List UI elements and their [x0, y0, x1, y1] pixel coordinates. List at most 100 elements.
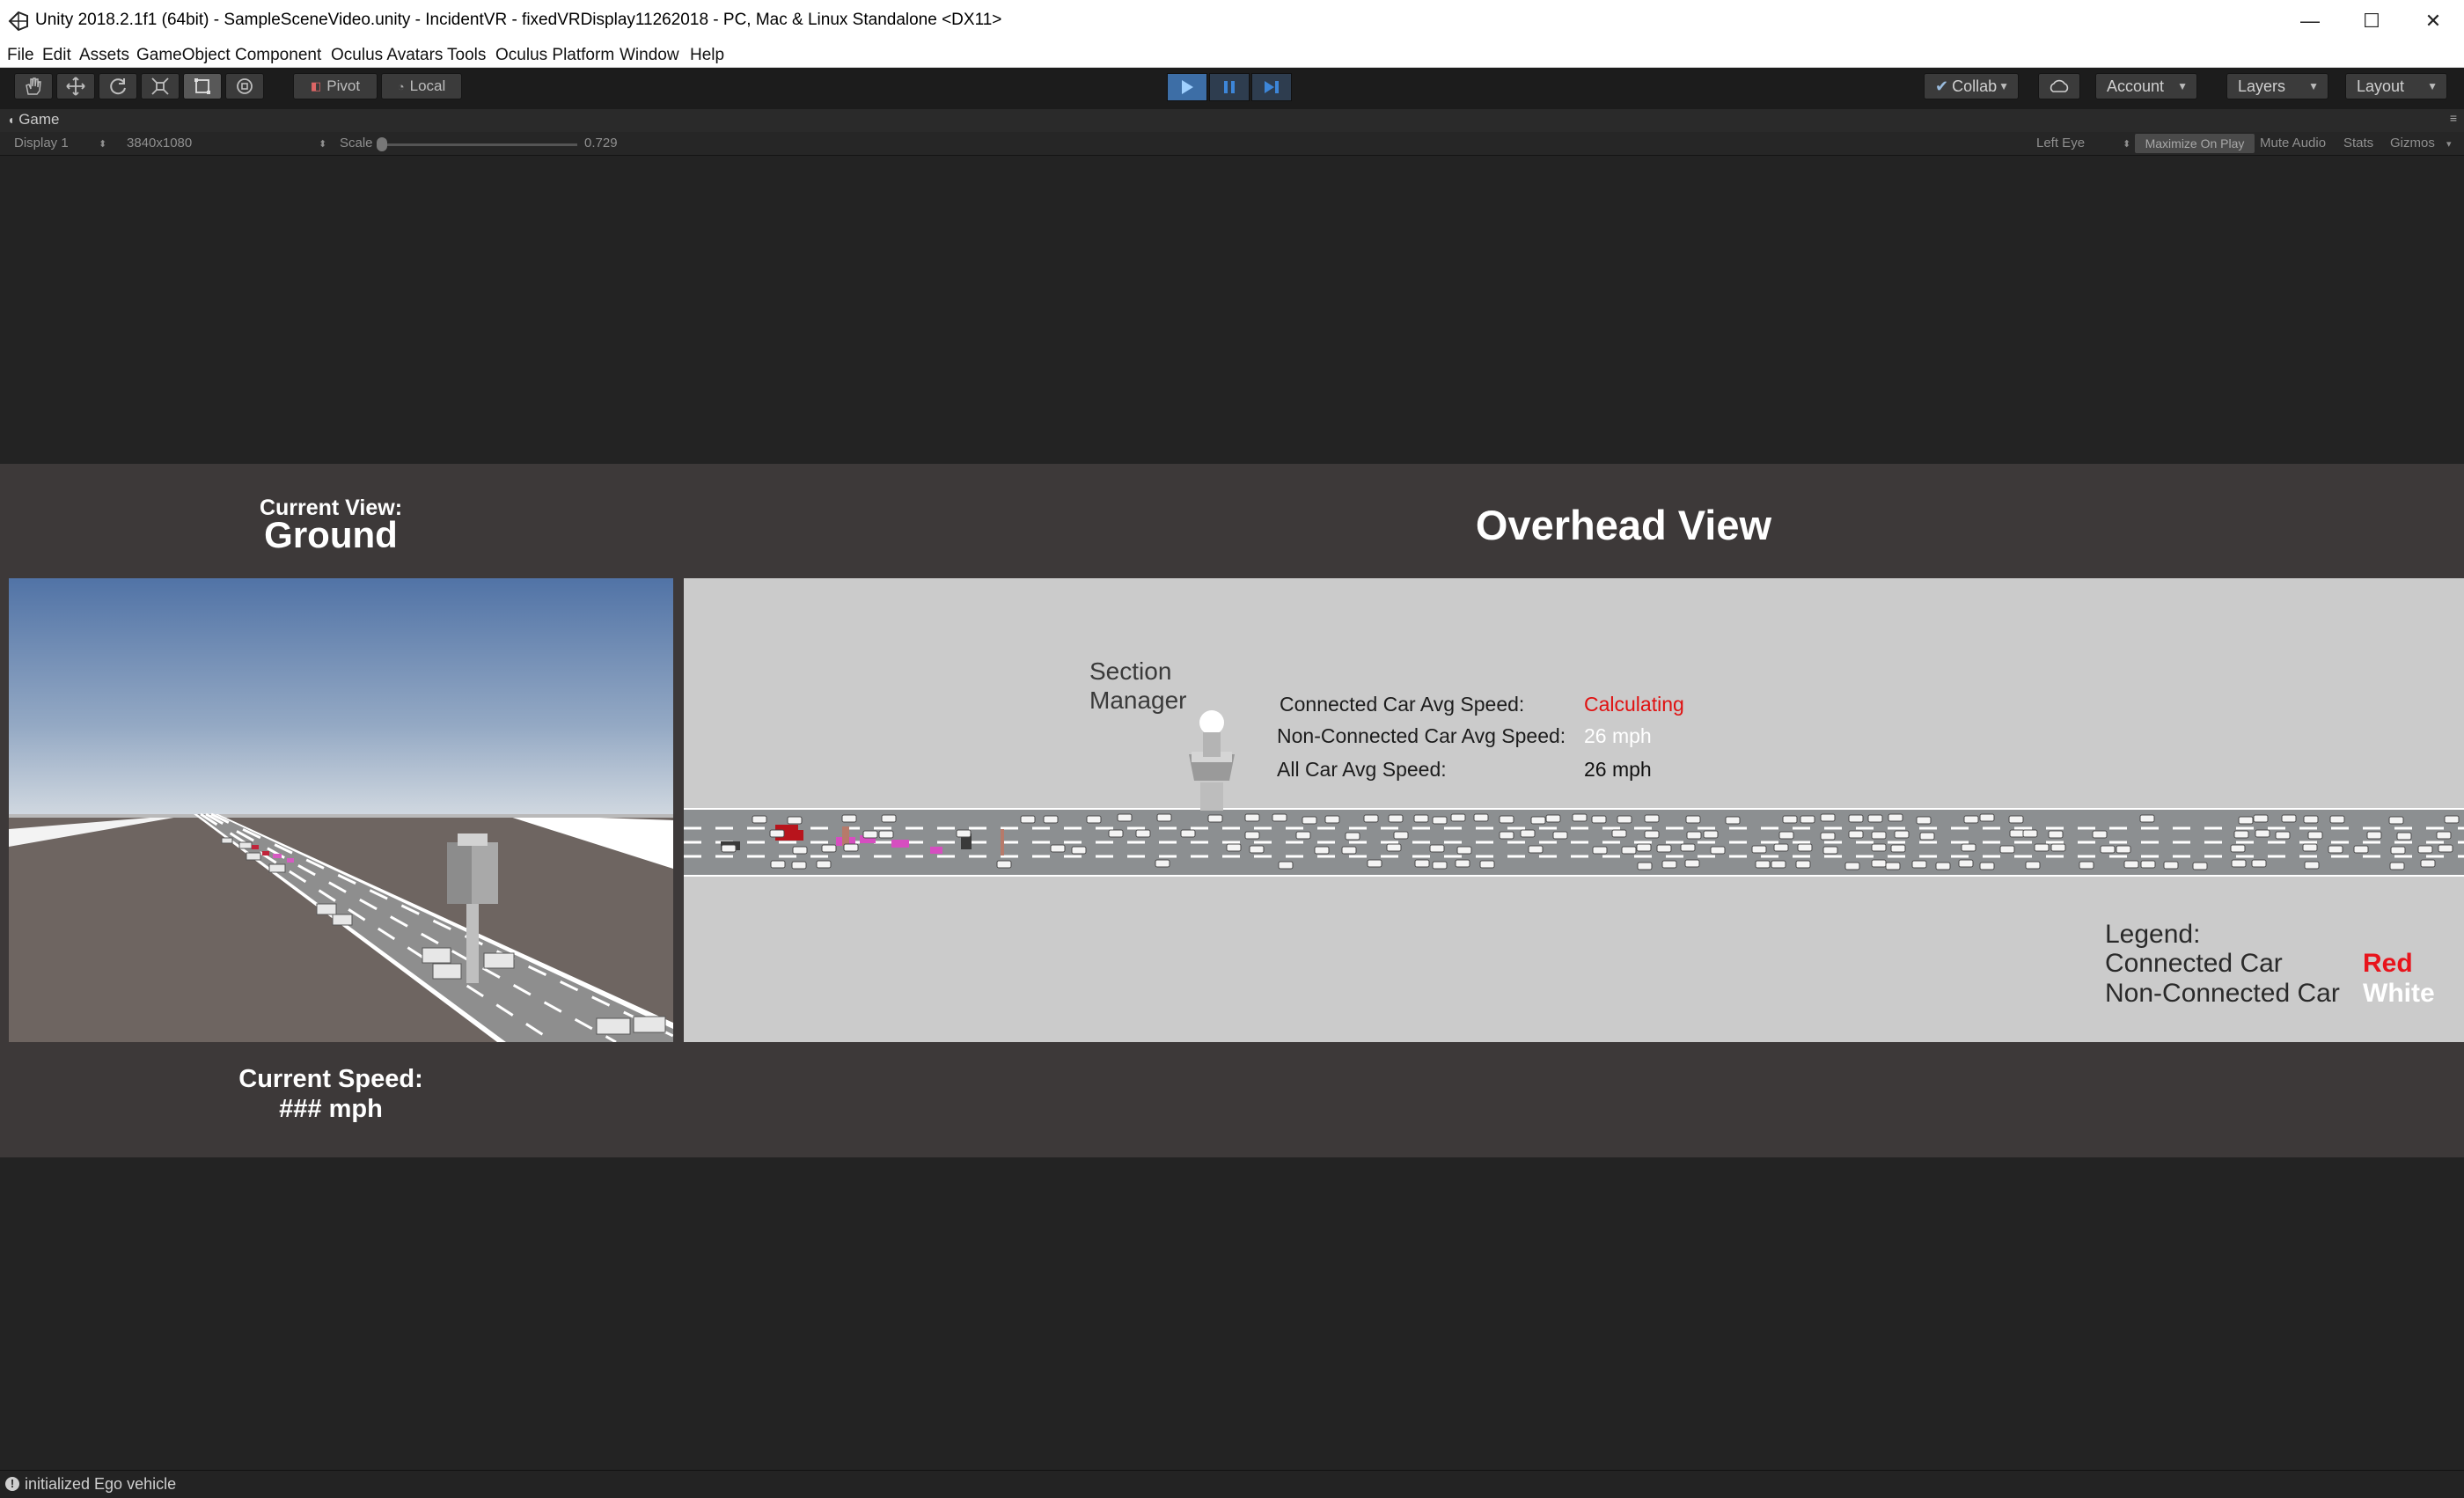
maximize-button[interactable]: ☐: [2345, 5, 2398, 37]
minimize-button[interactable]: —: [2284, 5, 2336, 37]
collab-dropdown[interactable]: ✔ Collab ▼: [1924, 73, 2019, 99]
traffic-car: [1592, 846, 1608, 855]
stats-toggle[interactable]: Stats: [2343, 136, 2373, 151]
traffic-car: [1249, 845, 1265, 854]
gizmos-dropdown[interactable]: Gizmos: [2390, 136, 2435, 151]
traffic-car: [2100, 845, 2116, 854]
scale-slider-thumb[interactable]: [377, 137, 387, 151]
pivot-button[interactable]: ◧ Pivot: [293, 73, 378, 99]
traffic-car: [1963, 815, 1979, 824]
traffic-car: [2233, 830, 2249, 839]
maximize-on-play-toggle[interactable]: Maximize On Play: [2135, 134, 2255, 153]
resolution-dropdown-arrow-icon[interactable]: ⬍: [319, 138, 326, 150]
scale-slider-track[interactable]: [380, 143, 577, 146]
traffic-car: [1621, 846, 1637, 855]
traffic-car: [1135, 829, 1151, 838]
menu-oculus-platform[interactable]: Oculus Platform: [495, 46, 614, 65]
traffic-car: [1473, 813, 1489, 822]
traffic-car: [1272, 813, 1287, 822]
current-view-value: Ground: [264, 514, 398, 555]
menu-assets[interactable]: Assets: [79, 46, 129, 65]
traffic-car: [1180, 829, 1196, 838]
game-viewport[interactable]: Current View: Ground Overhead View Curre…: [0, 156, 2464, 1470]
layers-label: Layers: [2238, 77, 2286, 95]
menu-window[interactable]: Window: [620, 46, 679, 65]
game-tab-label: Game: [18, 111, 60, 128]
traffic-car: [1324, 815, 1340, 824]
transform-tool-button[interactable]: [225, 73, 264, 99]
gizmos-dropdown-arrow-icon[interactable]: ▾: [2446, 138, 2452, 150]
resolution-dropdown[interactable]: 3840x1080: [127, 136, 192, 151]
traffic-car: [1867, 814, 1883, 823]
traffic-car: [1393, 831, 1409, 840]
play-button[interactable]: [1167, 73, 1207, 101]
menu-edit[interactable]: Edit: [42, 46, 71, 65]
check-icon: ✔: [1935, 77, 1949, 95]
window-title-bar: Unity 2018.2.1f1 (64bit) - SampleSceneVi…: [0, 0, 2464, 42]
rect-tool-button[interactable]: [183, 73, 222, 99]
traffic-car: [1499, 831, 1514, 840]
traffic-car: [1156, 813, 1172, 822]
eye-dropdown[interactable]: Left Eye: [2036, 136, 2085, 151]
non-connected-speed-label: Non-Connected Car Avg Speed:: [1277, 724, 1566, 747]
play-icon: [1182, 80, 1193, 94]
menu-oculus-avatars[interactable]: Oculus Avatars: [331, 46, 443, 65]
game-tab-bar: ◖ Game ≡: [0, 109, 2464, 132]
display-dropdown-arrow-icon[interactable]: ⬍: [99, 138, 106, 150]
traffic-car: [2444, 815, 2460, 824]
menu-help[interactable]: Help: [690, 46, 724, 65]
traffic-car: [1278, 861, 1294, 870]
layout-dropdown[interactable]: Layout ▼: [2345, 73, 2447, 99]
account-dropdown[interactable]: Account ▼: [2095, 73, 2197, 99]
step-button[interactable]: [1251, 73, 1292, 101]
hand-tool-button[interactable]: [14, 73, 53, 99]
tab-menu-icon[interactable]: ≡: [2450, 111, 2457, 125]
all-car-speed-value: 26 mph: [1584, 758, 1652, 781]
traffic-car: [1644, 830, 1660, 839]
menu-component[interactable]: Component: [235, 46, 321, 65]
traffic-car: [1244, 813, 1260, 822]
traffic-car: [2123, 860, 2139, 869]
menu-gameobject[interactable]: GameObject: [136, 46, 231, 65]
account-label: Account: [2107, 77, 2165, 95]
menu-tools[interactable]: Tools: [447, 46, 486, 65]
traffic-car: [2353, 845, 2369, 854]
traffic-car: [2163, 861, 2179, 870]
traffic-car: [2436, 831, 2452, 840]
local-button[interactable]: ◔ Local: [381, 73, 462, 99]
traffic-car: [1755, 860, 1771, 869]
pause-button[interactable]: [1209, 73, 1250, 101]
close-button[interactable]: ✕: [2407, 5, 2460, 37]
scale-icon: [151, 77, 169, 95]
mute-audio-toggle[interactable]: Mute Audio: [2260, 136, 2326, 151]
legend-title: Legend:: [2105, 920, 2201, 949]
traffic-car: [1341, 846, 1357, 855]
traffic-car: [1961, 843, 1976, 852]
cloud-button[interactable]: [2038, 73, 2080, 99]
traffic-car: [1710, 846, 1726, 855]
traffic-car: [1890, 844, 1906, 853]
ground-camera-view: [9, 578, 673, 1042]
layers-dropdown[interactable]: Layers ▼: [2226, 73, 2328, 99]
display-dropdown[interactable]: Display 1: [14, 136, 69, 151]
traffic-car: [1773, 843, 1789, 852]
rotate-icon: [110, 78, 126, 95]
traffic-car: [2048, 830, 2064, 839]
hand-icon: [26, 77, 41, 95]
eye-dropdown-arrow-icon[interactable]: ⬍: [2123, 138, 2130, 150]
traffic-car: [2251, 859, 2267, 868]
traffic-car: [1611, 829, 1627, 838]
chevron-down-icon: ▼: [1998, 80, 2009, 92]
traffic-car: [1958, 859, 1974, 868]
move-tool-button[interactable]: [56, 73, 95, 99]
scale-tool-button[interactable]: [141, 73, 180, 99]
traffic-car: [1778, 831, 1794, 840]
game-tab[interactable]: ◖ Game: [7, 111, 60, 129]
traffic-car: [1703, 830, 1719, 839]
status-bar: ! initialized Ego vehicle: [0, 1470, 2464, 1498]
traffic-car: [1413, 814, 1429, 823]
menu-file[interactable]: File: [7, 46, 34, 65]
chevron-down-icon: ▼: [2177, 80, 2188, 92]
rotate-tool-button[interactable]: [99, 73, 137, 99]
console-status-message[interactable]: initialized Ego vehicle: [25, 1475, 176, 1494]
